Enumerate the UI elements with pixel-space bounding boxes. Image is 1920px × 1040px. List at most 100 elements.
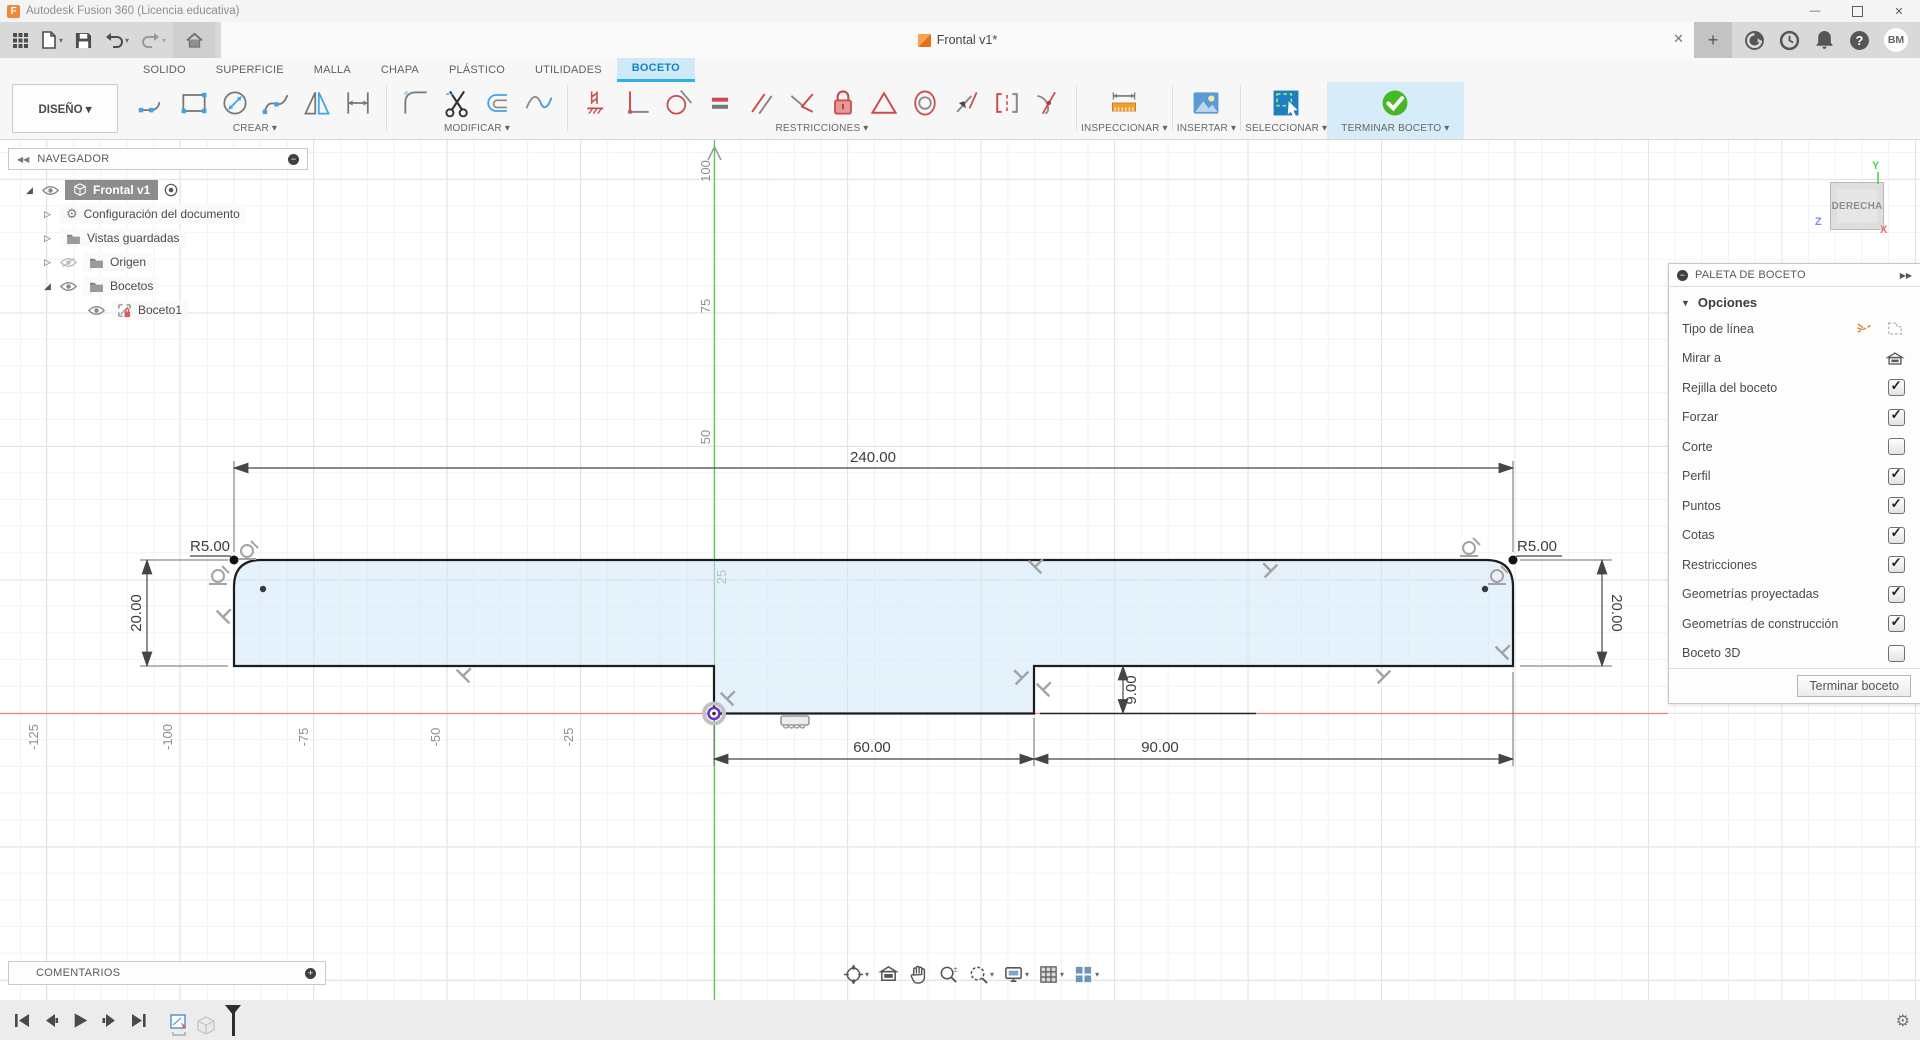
comments-add-icon[interactable]: + xyxy=(305,967,316,979)
undo-icon[interactable]: ▾ xyxy=(99,25,134,55)
offset-tool-icon[interactable] xyxy=(479,84,516,121)
concentric-constraint-icon[interactable] xyxy=(906,84,943,121)
tree-item-origen[interactable]: ▷ Origen xyxy=(44,250,308,274)
tree-item-bocetos[interactable]: ◢ Bocetos xyxy=(44,274,308,298)
palette-dot-icon[interactable]: − xyxy=(1677,269,1688,281)
dim-r5-left[interactable]: R5.00 xyxy=(190,538,235,561)
design-workspace-dropdown[interactable]: DISEÑO ▾ xyxy=(12,84,118,133)
grid-settings-icon[interactable]: ▾ xyxy=(1038,964,1064,985)
palette-section-opciones[interactable]: ▼ Opciones xyxy=(1669,287,1920,314)
user-avatar[interactable]: BM xyxy=(1884,28,1908,52)
expand-icon[interactable]: ▷ xyxy=(44,257,54,268)
dim-90[interactable]: 90.00 xyxy=(1032,672,1515,766)
rectangle-tool-icon[interactable] xyxy=(175,84,212,121)
group-label-crear[interactable]: CREAR ▾ xyxy=(233,123,277,139)
equal-constraint-icon[interactable] xyxy=(701,84,738,121)
timeline-skip-start-icon[interactable] xyxy=(14,1012,31,1029)
tab-malla[interactable]: MALLA xyxy=(299,58,366,82)
expand-icon[interactable]: ◢ xyxy=(26,185,36,196)
look-at-plane-icon[interactable] xyxy=(1885,350,1905,367)
home-view-button[interactable] xyxy=(173,22,216,58)
checkbox-forzar[interactable] xyxy=(1888,407,1905,426)
midpoint-constraint-icon[interactable] xyxy=(947,84,984,121)
dim-9[interactable]: 9.00 xyxy=(1040,664,1256,715)
checkbox-restricciones[interactable] xyxy=(1888,555,1905,574)
timeline-step-forward-icon[interactable] xyxy=(101,1012,118,1029)
app-grid-icon[interactable] xyxy=(8,25,33,55)
file-menu-icon[interactable]: ▾ xyxy=(35,25,68,55)
job-status-clock-icon[interactable] xyxy=(1779,30,1800,51)
checkbox-cotas[interactable] xyxy=(1888,525,1905,544)
timeline-position-marker[interactable] xyxy=(225,1003,241,1037)
checkbox-puntos[interactable] xyxy=(1888,496,1905,515)
group-label-modificar[interactable]: MODIFICAR ▾ xyxy=(444,123,510,139)
expand-icon[interactable]: ▷ xyxy=(44,233,54,244)
timeline-skip-end-icon[interactable] xyxy=(130,1012,147,1029)
orbit-icon[interactable]: ▾ xyxy=(843,964,869,985)
minimize-button[interactable]: — xyxy=(1794,0,1836,22)
sketch-profile[interactable] xyxy=(232,558,1515,715)
activate-radio-icon[interactable] xyxy=(164,183,178,197)
lock-constraint-icon[interactable] xyxy=(824,84,861,121)
tab-superficie[interactable]: SUPERFICIE xyxy=(201,58,299,82)
checkbox-boceto-3d[interactable] xyxy=(1888,644,1905,662)
tangent-constraint-icon[interactable] xyxy=(660,84,697,121)
look-at-icon[interactable] xyxy=(878,964,899,985)
curvature-constraint-icon[interactable] xyxy=(1029,84,1066,121)
parallel-constraint-icon[interactable] xyxy=(742,84,779,121)
symmetry-constraint-icon[interactable] xyxy=(865,84,902,121)
pan-hand-icon[interactable] xyxy=(908,964,929,985)
help-icon[interactable]: ? xyxy=(1849,30,1870,51)
document-tab[interactable]: Frontal v1* ✕ xyxy=(221,22,1694,58)
line-tool-icon[interactable] xyxy=(134,84,171,121)
tree-item-vistas[interactable]: ▷ Vistas guardadas xyxy=(44,226,308,250)
zoom-icon[interactable]: ± xyxy=(938,964,959,985)
group-label-insertar[interactable]: INSERTAR ▾ xyxy=(1177,123,1236,139)
tab-boceto[interactable]: BOCETO xyxy=(616,58,695,82)
palette-expand-icon[interactable]: ▶▶ xyxy=(1900,271,1912,280)
expand-icon[interactable]: ▷ xyxy=(44,209,54,220)
viewcube-face[interactable]: DERECHA xyxy=(1830,182,1884,230)
group-label-seleccionar[interactable]: SELECCIONAR ▾ xyxy=(1245,123,1327,139)
eye-icon[interactable] xyxy=(88,305,105,316)
construction-linetype-icon[interactable] xyxy=(1855,320,1875,337)
fillet-tool-icon[interactable] xyxy=(397,84,434,121)
section-collapse-icon[interactable]: ▼ xyxy=(1681,298,1690,308)
collinear-constraint-icon[interactable] xyxy=(783,84,820,121)
tab-plástico[interactable]: PLÁSTICO xyxy=(434,58,520,82)
sketch-dimension-tool-icon[interactable] xyxy=(339,84,376,121)
palette-header[interactable]: − PALETA DE BOCETO ▶▶ xyxy=(1669,264,1920,287)
tab-chapa[interactable]: CHAPA xyxy=(366,58,434,82)
curve-tool-icon[interactable] xyxy=(520,84,557,121)
notifications-bell-icon[interactable] xyxy=(1814,30,1835,51)
save-icon[interactable] xyxy=(70,25,97,55)
eye-off-icon[interactable] xyxy=(60,257,77,268)
spline-tool-icon[interactable] xyxy=(257,84,294,121)
comments-panel[interactable]: COMENTARIOS + xyxy=(8,961,326,985)
group-label-terminar[interactable]: TERMINAR BOCETO ▾ xyxy=(1341,123,1449,139)
expand-icon[interactable]: ◢ xyxy=(44,281,54,292)
dim-240[interactable]: 240.00 xyxy=(232,449,1515,552)
checkbox-geometr-as-proyectadas[interactable] xyxy=(1888,584,1905,603)
checkbox-corte[interactable] xyxy=(1888,438,1905,456)
linetype-box-icon[interactable] xyxy=(1885,320,1905,337)
checkbox-geometr-as-de-construcci-n[interactable] xyxy=(1888,614,1905,633)
new-tab-button[interactable]: + xyxy=(1694,22,1732,58)
eye-icon[interactable] xyxy=(60,281,77,292)
checkbox-rejilla-del-boceto[interactable] xyxy=(1888,378,1905,397)
viewports-icon[interactable]: ▾ xyxy=(1073,964,1099,985)
fixed-constraint-icon[interactable] xyxy=(578,84,615,121)
settings-gear-icon[interactable]: ⚙ xyxy=(1896,1011,1910,1031)
select-tool-icon[interactable] xyxy=(1268,84,1305,121)
tree-item-boceto1[interactable]: Boceto1 xyxy=(88,298,308,322)
redo-icon[interactable]: ▾ xyxy=(136,25,171,55)
tree-item-configuracion[interactable]: ▷ ⚙ Configuración del documento xyxy=(44,202,308,226)
mirror-tool-icon[interactable] xyxy=(298,84,335,121)
maximize-button[interactable] xyxy=(1836,0,1878,22)
dim-r5-right[interactable]: R5.00 xyxy=(1512,538,1562,561)
finish-sketch-button[interactable]: TERMINAR BOCETO ▾ xyxy=(1327,82,1464,139)
close-button[interactable]: ✕ xyxy=(1878,0,1920,22)
group-label-restricciones[interactable]: RESTRICCIONES ▾ xyxy=(775,123,868,139)
extensions-icon[interactable] xyxy=(1744,30,1765,51)
timeline-sketch-feature-icon[interactable] xyxy=(169,1013,191,1037)
